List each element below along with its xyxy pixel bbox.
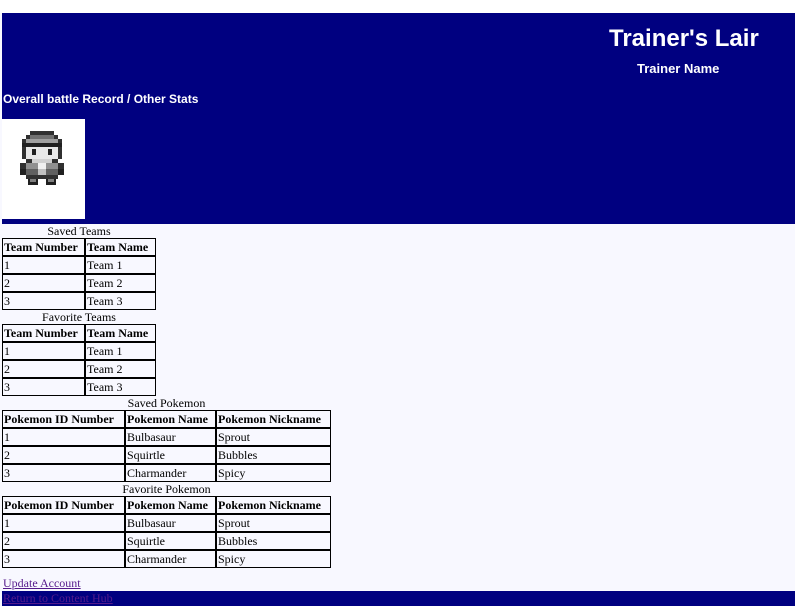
table-header-row: Pokemon ID Number Pokemon Name Pokemon N… [2, 496, 331, 514]
team-number-cell: 3 [2, 378, 85, 396]
top-margin [0, 0, 795, 13]
column-header: Team Number [2, 238, 85, 256]
pokemon-name-cell: Charmander [125, 464, 216, 482]
team-name-cell: Team 1 [85, 342, 156, 360]
table-header-row: Team Number Team Name [2, 324, 156, 342]
column-header: Pokemon Nickname [216, 410, 331, 428]
column-header: Team Number [2, 324, 85, 342]
table-row: 3 Charmander Spicy [2, 464, 331, 482]
update-account-link[interactable]: Update Account [3, 576, 113, 591]
team-number-cell: 3 [2, 292, 85, 310]
table-row: 3 Charmander Spicy [2, 550, 331, 568]
battle-record-heading: Overall battle Record / Other Stats [3, 92, 199, 106]
table-row: 2 Squirtle Bubbles [2, 532, 331, 550]
table-row: 3 Team 3 [2, 292, 156, 310]
pokemon-nickname-cell: Bubbles [216, 446, 331, 464]
team-number-cell: 1 [2, 342, 85, 360]
team-number-cell: 2 [2, 360, 85, 378]
table-row: 2 Team 2 [2, 274, 156, 292]
pokemon-nickname-cell: Sprout [216, 514, 331, 532]
favorite-teams-caption: Favorite Teams [42, 310, 116, 324]
table-row: 1 Bulbasaur Sprout [2, 428, 331, 446]
team-name-cell: Team 2 [85, 360, 156, 378]
column-header: Pokemon ID Number [2, 496, 125, 514]
table-header-row: Team Number Team Name [2, 238, 156, 256]
page-title: Trainer's Lair [609, 25, 759, 52]
pokemon-name-cell: Bulbasaur [125, 428, 216, 446]
team-name-cell: Team 3 [85, 378, 156, 396]
pixel-trainer-sprite-icon [20, 131, 64, 185]
pokemon-nickname-cell: Spicy [216, 464, 331, 482]
column-header: Pokemon Name [125, 410, 216, 428]
saved-pokemon-caption: Saved Pokemon [127, 396, 206, 410]
team-number-cell: 1 [2, 256, 85, 274]
table-row: 1 Bulbasaur Sprout [2, 514, 331, 532]
pokemon-name-cell: Squirtle [125, 446, 216, 464]
pokemon-name-cell: Bulbasaur [125, 514, 216, 532]
table-row: 3 Team 3 [2, 378, 156, 396]
team-number-cell: 2 [2, 274, 85, 292]
table-row: 1 Team 1 [2, 342, 156, 360]
return-to-content-hub-link[interactable]: Return to Content Hub [3, 591, 113, 606]
table-row: 2 Team 2 [2, 360, 156, 378]
pokemon-id-cell: 1 [2, 514, 125, 532]
table-header-row: Pokemon ID Number Pokemon Name Pokemon N… [2, 410, 331, 428]
pokemon-id-cell: 2 [2, 532, 125, 550]
footer-bar [2, 591, 795, 606]
avatar [2, 119, 85, 219]
favorite-pokemon-caption: Favorite Pokemon [122, 482, 211, 496]
pokemon-nickname-cell: Spicy [216, 550, 331, 568]
saved-pokemon-table: Saved Pokemon Pokemon ID Number Pokemon … [2, 396, 331, 482]
team-name-cell: Team 1 [85, 256, 156, 274]
column-header: Pokemon Name [125, 496, 216, 514]
pokemon-id-cell: 2 [2, 446, 125, 464]
team-name-cell: Team 2 [85, 274, 156, 292]
column-header: Team Name [85, 324, 156, 342]
column-header: Team Name [85, 238, 156, 256]
favorite-pokemon-table: Favorite Pokemon Pokemon ID Number Pokem… [2, 482, 331, 568]
column-header: Pokemon Nickname [216, 496, 331, 514]
favorite-teams-table: Favorite Teams Team Number Team Name 1 T… [2, 310, 156, 396]
pokemon-name-cell: Charmander [125, 550, 216, 568]
pokemon-nickname-cell: Bubbles [216, 532, 331, 550]
trainer-name: Trainer Name [637, 61, 720, 76]
pokemon-name-cell: Squirtle [125, 532, 216, 550]
pokemon-id-cell: 3 [2, 464, 125, 482]
pokemon-nickname-cell: Sprout [216, 428, 331, 446]
column-header: Pokemon ID Number [2, 410, 125, 428]
pokemon-id-cell: 3 [2, 550, 125, 568]
trainer-tables: Saved Teams Team Number Team Name 1 Team… [2, 224, 331, 568]
profile-header: Trainer's Lair Trainer Name Overall batt… [2, 13, 795, 224]
table-row: 2 Squirtle Bubbles [2, 446, 331, 464]
pokemon-id-cell: 1 [2, 428, 125, 446]
account-links: Update Account Return to Content Hub [3, 576, 113, 606]
saved-teams-caption: Saved Teams [47, 224, 111, 238]
saved-teams-table: Saved Teams Team Number Team Name 1 Team… [2, 224, 156, 310]
table-row: 1 Team 1 [2, 256, 156, 274]
team-name-cell: Team 3 [85, 292, 156, 310]
